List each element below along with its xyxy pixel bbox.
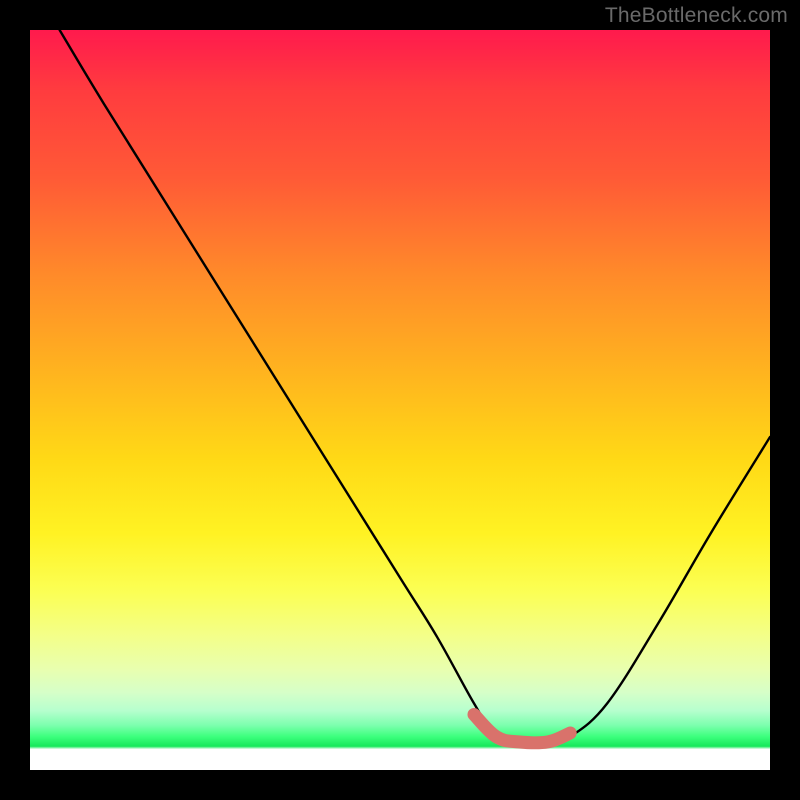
curve-svg: [30, 30, 770, 770]
chart-frame: TheBottleneck.com: [0, 0, 800, 800]
bottleneck-curve-path: [60, 30, 770, 745]
plot-area: [30, 30, 770, 770]
trough-highlight-path: [474, 715, 570, 743]
watermark-text: TheBottleneck.com: [605, 4, 788, 28]
